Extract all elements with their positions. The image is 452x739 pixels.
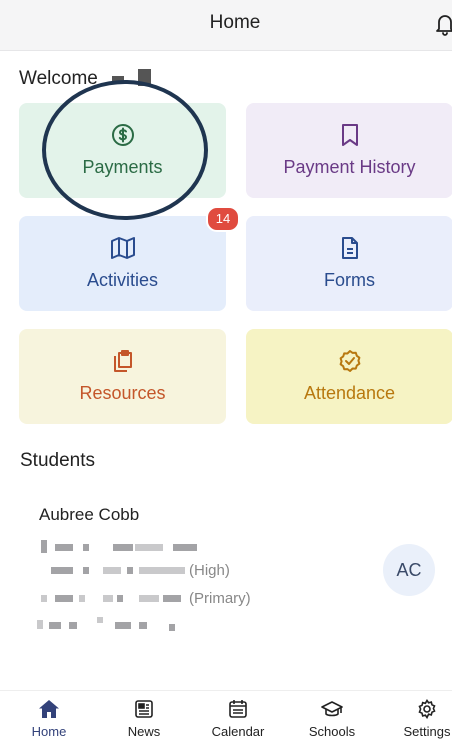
- resources-label: Resources: [79, 383, 166, 403]
- attendance-tile[interactable]: Attendance: [246, 329, 452, 424]
- clipboard-icon: [111, 349, 135, 378]
- dollar-circle-icon: [111, 123, 135, 152]
- bell-icon[interactable]: [434, 12, 452, 36]
- activities-label: Activities: [86, 270, 158, 290]
- redacted-name-mark: [138, 69, 151, 86]
- payments-tile[interactable]: Payments: [19, 103, 226, 198]
- tab-news[interactable]: News: [99, 691, 189, 739]
- redacted-name: [112, 76, 124, 82]
- tab-calendar[interactable]: Calendar: [193, 691, 283, 739]
- student-name: Aubree Cobb: [39, 505, 140, 524]
- payment-history-tile[interactable]: Payment History: [246, 103, 452, 198]
- bookmark-icon: [339, 123, 361, 152]
- students-heading: Students: [20, 450, 95, 471]
- map-icon: [110, 236, 136, 265]
- student-card[interactable]: Aubree Cobb (High) (Primary) AC: [19, 486, 452, 651]
- tab-settings[interactable]: Settings: [382, 691, 452, 739]
- forms-tile[interactable]: Forms: [246, 216, 452, 311]
- house-icon: [38, 699, 60, 724]
- activities-tile[interactable]: Activities: [19, 216, 226, 311]
- newspaper-icon: [134, 699, 154, 724]
- page-title: Home: [209, 12, 261, 33]
- attendance-label: Attendance: [303, 383, 396, 403]
- activities-badge: 14: [206, 206, 240, 232]
- school-tag-high: (High): [189, 562, 230, 579]
- resources-tile[interactable]: Resources: [19, 329, 226, 424]
- document-icon: [340, 236, 360, 265]
- check-badge-icon: [338, 349, 362, 378]
- graduation-cap-icon: [321, 699, 343, 724]
- student-avatar[interactable]: AC: [383, 544, 435, 596]
- tab-home[interactable]: Home: [4, 691, 94, 739]
- gear-icon: [417, 699, 437, 724]
- header-bar: Home: [0, 0, 452, 51]
- bottom-tab-bar: Home News Calendar Schools Settings: [0, 690, 452, 739]
- school-tag-primary: (Primary): [189, 590, 251, 607]
- tab-schools[interactable]: Schools: [287, 691, 377, 739]
- forms-label: Forms: [324, 270, 375, 290]
- calendar-icon: [228, 699, 248, 724]
- welcome-text: Welcome: [19, 68, 98, 89]
- payment-history-label: Payment History: [283, 157, 416, 177]
- payments-label: Payments: [82, 157, 163, 177]
